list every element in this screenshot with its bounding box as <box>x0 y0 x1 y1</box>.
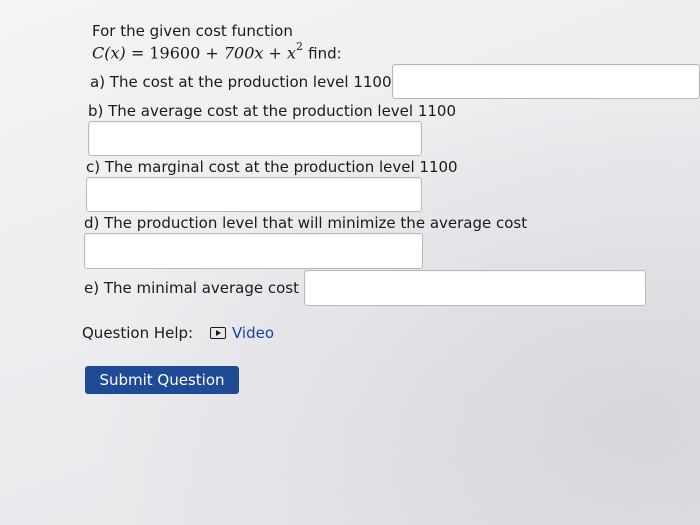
question-b-label: b) The average cost at the production le… <box>88 102 457 120</box>
question-d-label: d) The production level that will minimi… <box>84 214 528 232</box>
problem-intro: For the given cost function <box>92 22 293 40</box>
function-const: 19600 <box>149 43 201 63</box>
function-lhs: C(x) <box>92 43 126 63</box>
answer-e-input[interactable] <box>304 270 646 306</box>
answer-b-input[interactable] <box>88 121 422 156</box>
question-help-label: Question Help: <box>82 324 194 342</box>
answer-a-input[interactable] <box>392 64 700 99</box>
function-square-base: x <box>287 43 297 63</box>
play-video-icon[interactable] <box>210 327 226 339</box>
question-a-label: a) The cost at the production level 1100 <box>90 73 392 91</box>
cost-function: C(x) = 19600 + 700x + x2 find: <box>92 40 342 63</box>
function-square-exp: 2 <box>296 40 304 53</box>
video-link[interactable]: Video <box>232 324 274 342</box>
answer-c-input[interactable] <box>86 177 422 212</box>
answer-d-input[interactable] <box>84 233 423 269</box>
function-linear: 700x <box>223 43 264 63</box>
question-e-label: e) The minimal average cost <box>84 279 300 297</box>
submit-question-button[interactable]: Submit Question <box>85 366 239 394</box>
question-c-label: c) The marginal cost at the production l… <box>86 158 458 176</box>
find-text: find: <box>308 44 342 63</box>
